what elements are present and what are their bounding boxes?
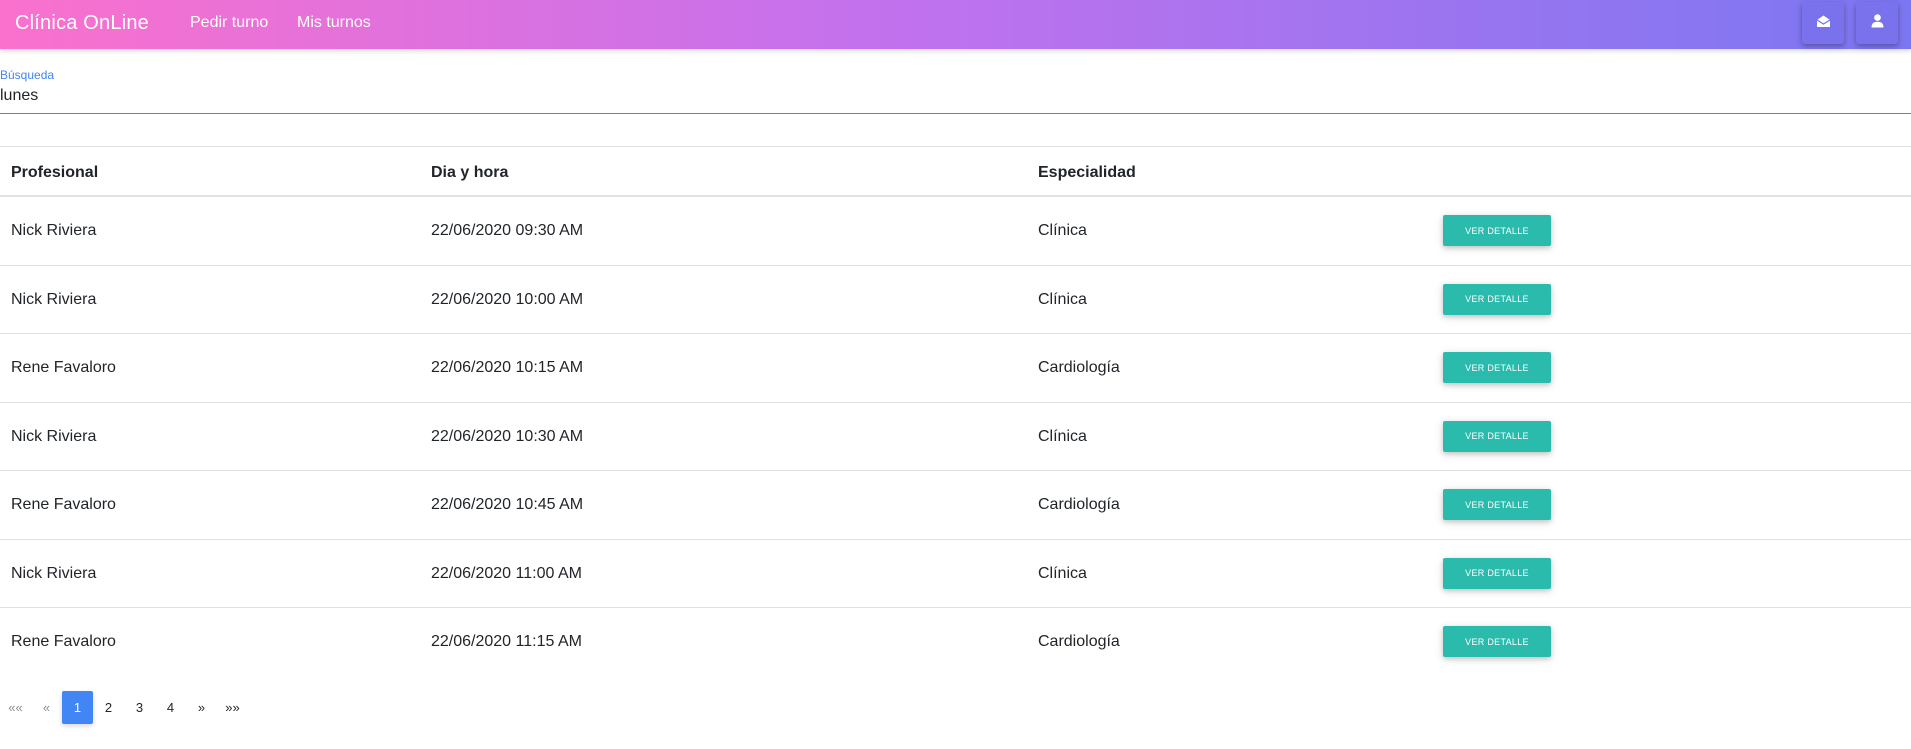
ver-detalle-button[interactable]: VER DETALLE xyxy=(1443,489,1551,520)
cell-profesional: Nick Riviera xyxy=(11,222,97,239)
header-profesional: Profesional xyxy=(11,164,99,181)
cell-profesional: Nick Riviera xyxy=(11,427,97,445)
ver-detalle-button[interactable]: VER DETALLE xyxy=(1443,557,1551,589)
table-row: Nick Riviera 22/06/2020 10:00 AM Clínica… xyxy=(0,266,1911,334)
table-row: Rene Favaloro 22/06/2020 10:15 AM Cardio… xyxy=(0,334,1911,403)
cell-profesional: Rene Favaloro xyxy=(11,496,116,513)
table-header: Profesional Dia y hora Especialidad xyxy=(0,147,1911,197)
cell-profesional: Nick Riviera xyxy=(11,290,97,308)
cell-dia-hora: 22/06/2020 10:00 AM xyxy=(431,290,584,308)
page-last-button[interactable]: »» xyxy=(217,691,248,724)
search-field: Búsqueda xyxy=(0,64,1911,116)
user-icon xyxy=(1871,13,1884,33)
nav-link-mis-turnos[interactable]: Mis turnos xyxy=(297,14,371,32)
cell-dia-hora: 22/06/2020 09:30 AM xyxy=(431,222,584,239)
ver-detalle-button[interactable]: VER DETALLE xyxy=(1443,283,1551,315)
brand-title[interactable]: Clínica OnLine xyxy=(15,12,149,35)
table-row: Nick Riviera 22/06/2020 10:30 AM Clínica… xyxy=(0,403,1911,471)
page-button-2[interactable]: 2 xyxy=(93,691,124,724)
table-row: Nick Riviera 22/06/2020 09:30 AM Clínica… xyxy=(0,197,1911,266)
pagination: «« « 1 2 3 4 » »» xyxy=(0,691,248,724)
search-input[interactable] xyxy=(0,84,1911,114)
page-button-1[interactable]: 1 xyxy=(62,691,93,724)
cell-especialidad: Clínica xyxy=(1038,564,1087,582)
header-especialidad: Especialidad xyxy=(1038,164,1136,181)
cell-especialidad: Clínica xyxy=(1038,427,1087,445)
ver-detalle-button[interactable]: VER DETALLE xyxy=(1443,215,1551,246)
page-first-button[interactable]: «« xyxy=(0,691,31,724)
navbar: Clínica OnLine Pedir turno Mis turnos xyxy=(0,0,1911,49)
table-row: Rene Favaloro 22/06/2020 11:15 AM Cardio… xyxy=(0,608,1911,677)
table-row: Nick Riviera 22/06/2020 11:00 AM Clínica… xyxy=(0,540,1911,608)
cell-especialidad: Cardiología xyxy=(1038,496,1120,513)
envelope-open-icon xyxy=(1816,14,1831,33)
nav-link-pedir-turno[interactable]: Pedir turno xyxy=(190,14,268,32)
cell-dia-hora: 22/06/2020 10:45 AM xyxy=(431,496,584,513)
user-menu-button[interactable] xyxy=(1856,2,1898,44)
ver-detalle-button[interactable]: VER DETALLE xyxy=(1443,352,1551,383)
header-dia-hora: Dia y hora xyxy=(431,164,509,181)
cell-especialidad: Clínica xyxy=(1038,222,1087,239)
messages-button[interactable] xyxy=(1802,2,1844,44)
cell-especialidad: Cardiología xyxy=(1038,633,1120,650)
cell-dia-hora: 22/06/2020 10:15 AM xyxy=(431,359,584,376)
page-button-4[interactable]: 4 xyxy=(155,691,186,724)
table-row: Rene Favaloro 22/06/2020 10:45 AM Cardio… xyxy=(0,471,1911,540)
cell-dia-hora: 22/06/2020 11:00 AM xyxy=(431,564,582,582)
cell-especialidad: Clínica xyxy=(1038,290,1087,308)
cell-dia-hora: 22/06/2020 10:30 AM xyxy=(431,427,584,445)
page-prev-button[interactable]: « xyxy=(31,691,62,724)
search-label: Búsqueda xyxy=(0,68,55,82)
page-button-3[interactable]: 3 xyxy=(124,691,155,724)
cell-profesional: Rene Favaloro xyxy=(11,633,116,650)
ver-detalle-button[interactable]: VER DETALLE xyxy=(1443,626,1551,657)
page-next-button[interactable]: » xyxy=(186,691,217,724)
cell-profesional: Nick Riviera xyxy=(11,564,97,582)
cell-profesional: Rene Favaloro xyxy=(11,359,116,376)
appointments-table: Profesional Dia y hora Especialidad Nick… xyxy=(0,146,1911,677)
cell-especialidad: Cardiología xyxy=(1038,359,1120,376)
cell-dia-hora: 22/06/2020 11:15 AM xyxy=(431,633,582,650)
ver-detalle-button[interactable]: VER DETALLE xyxy=(1443,420,1551,452)
